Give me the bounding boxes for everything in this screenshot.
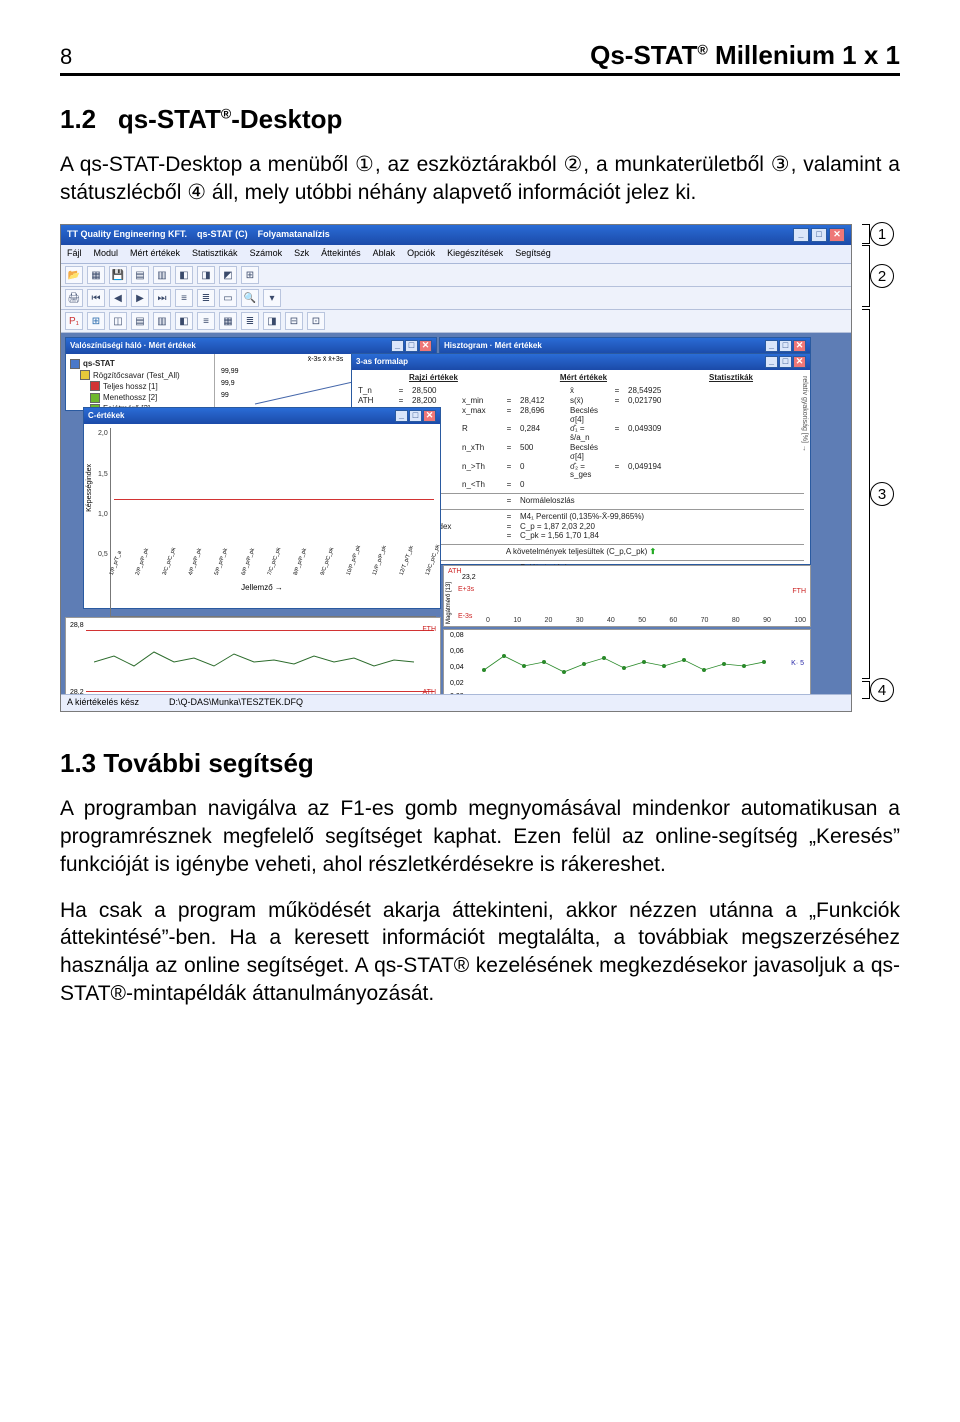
close-button[interactable]: ✕	[423, 410, 436, 422]
section-1-2-heading: 1.2 qs-STAT®-Desktop	[60, 104, 900, 135]
callout-1: 1	[870, 222, 894, 246]
status-path: D:\Q-DAS\Munka\TESZTEK.DFQ	[169, 698, 303, 708]
tool-icon[interactable]: ▤	[131, 312, 149, 330]
hist-scale: ATH FTH Magátmérő [13] 23,2 E+3s E-3s 0 …	[443, 565, 811, 627]
tool-icon[interactable]: ◫	[109, 312, 127, 330]
last-icon[interactable]: ⏭	[153, 289, 171, 307]
callout-4: 4	[870, 678, 894, 702]
window-c-values[interactable]: C-értékek _□✕ Képességindex 2,0 1,5 1,0 …	[83, 407, 441, 609]
tool-icon[interactable]: ▦	[87, 266, 105, 284]
close-button[interactable]: ✕	[419, 340, 432, 352]
minimize-button[interactable]: _	[765, 340, 778, 352]
tool-icon[interactable]: ▥	[153, 266, 171, 284]
menu-item[interactable]: Ablak	[373, 249, 396, 259]
maximize-button[interactable]: □	[779, 340, 792, 352]
tool-icon[interactable]: ◩	[219, 266, 237, 284]
tool-icon[interactable]: ▥	[153, 312, 171, 330]
y-axis-label: Képességindex	[86, 464, 94, 512]
tool-icon[interactable]: ◧	[175, 266, 193, 284]
status-bar: A kiértékelés kész D:\Q-DAS\Munka\TESZTE…	[61, 694, 851, 711]
tool-icon[interactable]: ◨	[263, 312, 281, 330]
first-icon[interactable]: ⏮	[87, 289, 105, 307]
section-1-3-para-2: Ha csak a program működését akarja áttek…	[60, 897, 900, 1008]
close-button[interactable]: ✕	[793, 356, 806, 368]
section-1-3-para-1: A programban navigálva az F1-es gomb meg…	[60, 795, 900, 878]
toolbar-row-3: P₁ ⊞ ◫ ▤ ▥ ◧ ≡ ▦ ≣ ◨ ⊟ ⊡	[61, 310, 851, 333]
tree-root[interactable]: qs-STAT	[70, 358, 210, 369]
minimize-button[interactable]: _	[395, 410, 408, 422]
page-number: 8	[60, 44, 72, 70]
print-icon[interactable]: 🖨	[65, 289, 83, 307]
app-screenshot: TT Quality Engineering KFT. qs-STAT (C) …	[60, 224, 852, 712]
menu-item[interactable]: Áttekintés	[321, 249, 361, 259]
screenshot-figure: TT Quality Engineering KFT. qs-STAT (C) …	[60, 224, 900, 712]
maximize-button[interactable]: □	[779, 356, 792, 368]
menu-item[interactable]: Fájl	[67, 249, 82, 259]
minimize-button[interactable]: _	[391, 340, 404, 352]
header: 8 Qs-STAT® Millenium 1 x 1	[60, 40, 900, 76]
maximize-button[interactable]: □	[811, 228, 827, 242]
window-title: Valószínűségi háló · Mért értékek	[70, 342, 196, 351]
section-1-2-para: A qs-STAT-Desktop a menüből ①, az eszköz…	[60, 151, 900, 206]
work-area: Valószínűségi háló · Mért értékek _□✕ qs…	[61, 333, 851, 712]
minimize-button[interactable]: _	[793, 228, 809, 242]
tool-icon[interactable]: ▭	[219, 289, 237, 307]
menu-item[interactable]: Mért értékek	[130, 249, 180, 259]
close-button[interactable]: ✕	[793, 340, 806, 352]
tool-icon[interactable]: ▾	[263, 289, 281, 307]
menu-item[interactable]: Kiegészítések	[447, 249, 503, 259]
tree-item[interactable]: Menethossz [2]	[70, 392, 210, 403]
tool-icon[interactable]: ▤	[131, 266, 149, 284]
toolbar-row-2: 🖨 ⏮ ◀ ▶ ⏭ ≡ ≣ ▭ 🔍 ▾	[61, 287, 851, 310]
tree-item[interactable]: Teljes hossz [1]	[70, 381, 210, 392]
x-axis-label: Jellemző →	[84, 584, 440, 593]
close-button[interactable]: ✕	[829, 228, 845, 242]
search-icon[interactable]: 🔍	[241, 289, 259, 307]
status-text: A kiértékelés kész	[67, 698, 139, 708]
tool-icon[interactable]: ▦	[219, 312, 237, 330]
app-title-module: qs-STAT (C)	[197, 230, 248, 240]
tool-icon[interactable]: ⊟	[285, 312, 303, 330]
window-title: Hisztogram · Mért értékek	[444, 342, 542, 351]
tool-icon[interactable]: ≣	[241, 312, 259, 330]
doc-title: Qs-STAT® Millenium 1 x 1	[590, 40, 900, 71]
callout-2: 2	[870, 264, 894, 288]
tool-icon[interactable]: P₁	[65, 312, 83, 330]
menu-item[interactable]: Szk	[294, 249, 309, 259]
save-icon[interactable]: 💾	[109, 266, 127, 284]
tool-icon[interactable]: ⊞	[87, 312, 105, 330]
callouts: 1 2 3 4	[852, 224, 900, 712]
tool-icon[interactable]: ≡	[197, 312, 215, 330]
tool-icon[interactable]: ≣	[197, 289, 215, 307]
tree-item[interactable]: Rögzítőcsavar (Test_All)	[70, 370, 210, 381]
tool-icon[interactable]: ⊡	[307, 312, 325, 330]
app-titlebar: TT Quality Engineering KFT. qs-STAT (C) …	[61, 225, 851, 245]
menu-item[interactable]: Segítség	[515, 249, 551, 259]
callout-3: 3	[870, 482, 894, 506]
window-title: C-értékek	[88, 412, 124, 421]
prev-icon[interactable]: ◀	[109, 289, 127, 307]
maximize-button[interactable]: □	[405, 340, 418, 352]
rel-freq-axis-label: relatív gyakoriság [%] →	[796, 376, 808, 560]
menu-bar: Fájl Modul Mért értékek Statisztikák Szá…	[61, 245, 851, 264]
next-icon[interactable]: ▶	[131, 289, 149, 307]
arrow-up-icon: ⬆	[649, 547, 656, 556]
maximize-button[interactable]: □	[409, 410, 422, 422]
window-title: 3-as formalap	[356, 358, 408, 367]
menu-item[interactable]: Statisztikák	[192, 249, 238, 259]
toolbar-row-1: 📂 ▦ 💾 ▤ ▥ ◧ ◨ ◩ ⊞	[61, 264, 851, 287]
menu-item[interactable]: Modul	[94, 249, 119, 259]
tool-icon[interactable]: ≡	[175, 289, 193, 307]
tool-icon[interactable]: ⊞	[241, 266, 259, 284]
app-title-mode: Folyamatanalízis	[258, 230, 330, 240]
tool-icon[interactable]: ◧	[175, 312, 193, 330]
app-title-company: TT Quality Engineering KFT.	[67, 230, 187, 240]
menu-item[interactable]: Számok	[250, 249, 283, 259]
menu-item[interactable]: Opciók	[407, 249, 435, 259]
window-histogram[interactable]: Hisztogram · Mért értékek _□✕	[439, 337, 811, 353]
section-1-3-heading: 1.3 További segítség	[60, 748, 900, 779]
minimize-button[interactable]: _	[765, 356, 778, 368]
tool-icon[interactable]: ◨	[197, 266, 215, 284]
open-icon[interactable]: 📂	[65, 266, 83, 284]
